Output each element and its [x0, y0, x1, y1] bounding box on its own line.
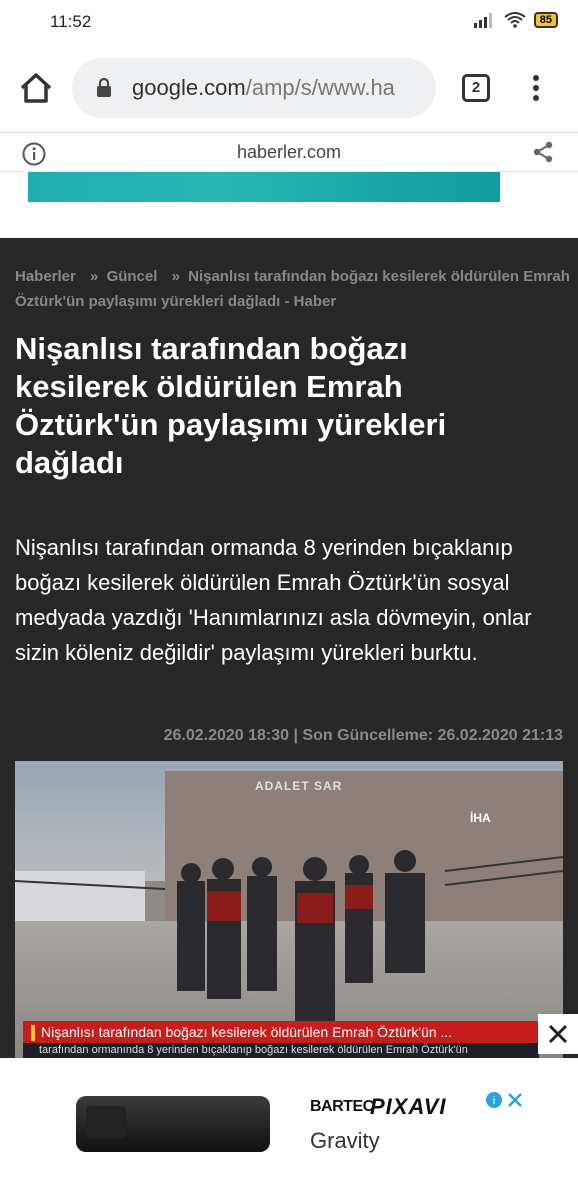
article-section: Haberler » Güncel » Nişanlısı tarafından… [0, 238, 578, 1058]
adchoices-icon[interactable]: i [484, 1090, 526, 1110]
ad-brand-bartec: BARTEC [310, 1098, 374, 1115]
agency-logo: İHA [470, 811, 491, 825]
top-ad-banner[interactable] [28, 172, 500, 202]
ad-product-image [76, 1096, 270, 1152]
article-image[interactable]: ADALET SAR İHA Nişanlısı tarafından boğa… [15, 761, 563, 1058]
home-button[interactable] [16, 68, 56, 108]
more-menu-button[interactable] [530, 74, 542, 104]
image-people [15, 850, 563, 1021]
battery-indicator: 85 [533, 12, 558, 28]
close-ad-button[interactable] [538, 1014, 578, 1054]
more-vert-icon [533, 75, 539, 101]
breadcrumb: Haberler » Güncel » Nişanlısı tarafından… [15, 264, 570, 314]
browser-toolbar: google.com/amp/s/www.ha 2 [0, 44, 578, 132]
status-icons: 85 [473, 12, 558, 28]
ticker-main-text: Nişanlısı tarafından boğazı kesilerek öl… [41, 1024, 453, 1040]
ad-brand-pixavi: PIXAVI [370, 1094, 447, 1119]
ad-brand-gravity: Gravity [310, 1128, 380, 1153]
bottom-ad[interactable]: BARTEC PIXAVI Gravity i [0, 1058, 578, 1200]
news-ticker-main: Nişanlısı tarafından boğazı kesilerek öl… [23, 1021, 539, 1043]
breadcrumb-separator: » [90, 268, 99, 285]
signal-icon [473, 13, 492, 28]
close-icon [548, 1024, 568, 1044]
tab-switcher-button[interactable]: 2 [462, 74, 490, 102]
status-time: 11:52 [50, 12, 92, 31]
article-summary: Nişanlısı tarafından ormanda 8 yerinden … [15, 535, 532, 665]
share-icon[interactable] [532, 141, 554, 163]
home-icon [20, 73, 52, 103]
url-path: /amp/s/www.ha [245, 75, 395, 100]
breadcrumb-separator: » [171, 268, 180, 285]
news-ticker-sub: tarafından ormanında 8 yerinden bıçaklan… [23, 1043, 539, 1058]
url-host: google.com [132, 75, 246, 100]
breadcrumb-section[interactable]: Güncel [107, 268, 158, 285]
address-bar[interactable]: google.com/amp/s/www.ha [72, 58, 436, 118]
breadcrumb-current[interactable]: Nişanlısı tarafından boğazı kesilerek öl… [15, 268, 570, 310]
svg-text:i: i [493, 1095, 495, 1107]
url-text: google.com/amp/s/www.ha [132, 75, 426, 101]
status-bar: 11:52 85 [0, 0, 578, 44]
lock-icon [97, 78, 111, 97]
article-dates: 26.02.2020 18:30 | Son Güncelleme: 26.02… [163, 727, 563, 744]
breadcrumb-home[interactable]: Haberler [15, 268, 76, 285]
amp-header: haberler.com [0, 132, 578, 172]
wifi-icon [504, 12, 526, 28]
amp-domain: haberler.com [236, 142, 342, 162]
article-title: Nişanlısı tarafından boğazı kesilerek öl… [15, 331, 447, 480]
